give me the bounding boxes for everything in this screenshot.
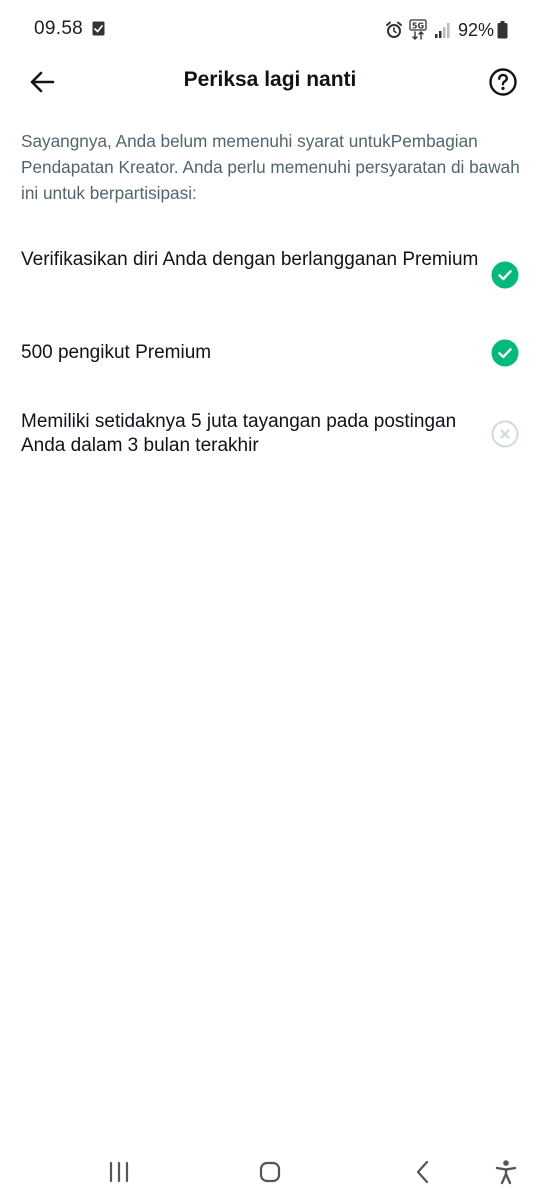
header: Periksa lagi nanti <box>0 56 540 108</box>
question-circle-icon[interactable] <box>488 67 518 97</box>
check-circle-icon <box>491 261 519 289</box>
status-bar: 09.58 5G 92% <box>0 0 540 60</box>
task-check-icon <box>92 21 105 36</box>
5g-icon: 5G <box>409 19 427 40</box>
page-title: Periksa lagi nanti <box>183 68 357 91</box>
signal-icon <box>434 23 450 38</box>
recent-apps-icon <box>109 1161 129 1183</box>
requirement-text: Verifikasikan diri Anda dengan berlangga… <box>21 249 479 270</box>
svg-text:5G: 5G <box>412 21 424 30</box>
requirement-text: Memiliki setidaknya 5 juta tayangan pada… <box>21 411 457 456</box>
back-icon <box>416 1160 429 1184</box>
accessibility-icon <box>495 1160 517 1185</box>
battery-icon <box>497 21 508 39</box>
status-time: 09.58 <box>34 18 84 39</box>
accessibility-button[interactable] <box>488 1154 524 1190</box>
home-icon <box>259 1161 281 1183</box>
nav-back-button[interactable] <box>405 1154 441 1190</box>
system-navigation-bar <box>0 1140 540 1200</box>
recent-apps-button[interactable] <box>101 1154 137 1190</box>
alarm-icon <box>385 21 402 38</box>
status-icons: 5G 92% <box>385 18 508 42</box>
home-button[interactable] <box>252 1154 288 1190</box>
check-circle-icon <box>491 339 519 367</box>
battery-percent: 92% <box>457 19 494 40</box>
description-text: Sayangnya, Anda belum memenuhi syarat un… <box>21 131 520 203</box>
x-circle-icon <box>491 420 519 448</box>
requirement-text: 500 pengikut Premium <box>21 342 212 363</box>
